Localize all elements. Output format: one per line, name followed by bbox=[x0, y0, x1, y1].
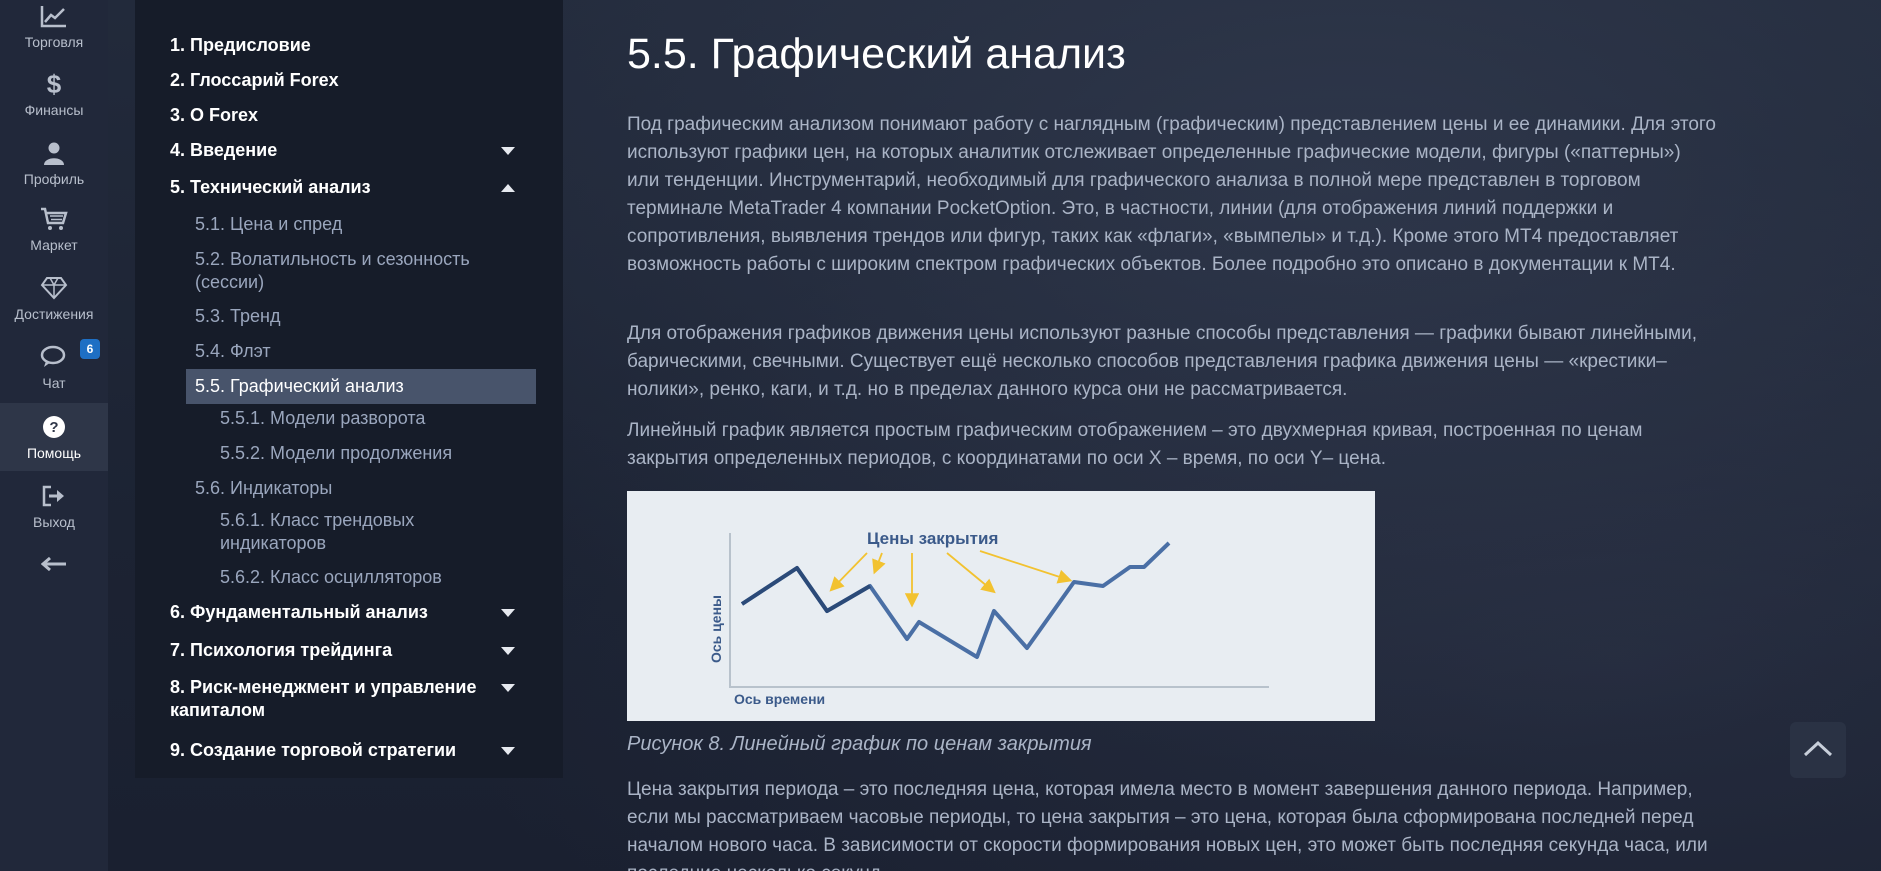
user-icon bbox=[39, 139, 69, 167]
rail-item-chat[interactable]: Чат 6 bbox=[0, 333, 108, 401]
y-axis-label: Ось цены bbox=[708, 595, 724, 663]
toc-item[interactable]: 3. О Forex bbox=[170, 104, 515, 127]
rail-item-market[interactable]: Маркет bbox=[0, 195, 108, 263]
toc-label: 5.3. Тренд bbox=[195, 306, 281, 326]
chevron-up-icon bbox=[501, 184, 515, 192]
toc-label: 7. Психология трейдинга bbox=[170, 640, 393, 660]
dollar-icon: $ bbox=[46, 68, 62, 99]
paragraph: Линейный график является простым графиче… bbox=[627, 420, 1643, 469]
toc-label: 5.5.1. Модели разворота bbox=[220, 408, 426, 428]
paragraph: Цена закрытия периода – это последняя це… bbox=[627, 779, 1708, 871]
toc-item-current[interactable]: 5.5. Графический анализ bbox=[186, 369, 536, 404]
x-axis-label: Ось времени bbox=[734, 691, 825, 707]
chevron-up-icon bbox=[1803, 739, 1833, 762]
toc-item[interactable]: 2. Глоссарий Forex bbox=[170, 69, 515, 92]
toc-label: 1. Предисловие bbox=[170, 35, 311, 55]
toc-item[interactable]: 5.5.2. Модели продолжения bbox=[220, 442, 515, 465]
rail-label: Помощь bbox=[26, 445, 82, 461]
paragraph: Под графическим анализом понимают работу… bbox=[627, 114, 1717, 275]
toc-item[interactable]: 5.4. Флэт bbox=[195, 340, 515, 363]
chevron-down-icon bbox=[501, 684, 515, 692]
toc-label: 5.6.1. Класс трендовых индикаторов bbox=[220, 510, 415, 553]
chevron-down-icon bbox=[501, 647, 515, 655]
toc-item[interactable]: 5.5.1. Модели разворота bbox=[220, 407, 515, 430]
diamond-icon bbox=[39, 274, 69, 302]
figure-label: Цены закрытия bbox=[867, 529, 998, 548]
rail-label: Чат bbox=[42, 375, 66, 391]
rail-item-profile[interactable]: Профиль bbox=[0, 129, 108, 197]
toc-label: 8. Риск-менеджмент и управление капитало… bbox=[170, 677, 477, 720]
toc-label: 5.5. Графический анализ bbox=[195, 376, 404, 396]
toc-item[interactable]: 5.6.2. Класс осцилляторов bbox=[220, 566, 515, 589]
toc-item[interactable]: 6. Фундаментальный анализ bbox=[170, 601, 515, 624]
figure-caption: Рисунок 8. Линейный график по ценам закр… bbox=[627, 733, 1092, 755]
toc-label: 5.5.2. Модели продолжения bbox=[220, 443, 453, 463]
chat-badge: 6 bbox=[80, 339, 100, 359]
icon-rail: Торговля $ Финансы Профиль Маркет Достиж… bbox=[0, 0, 108, 871]
toc-item[interactable]: 1. Предисловие bbox=[170, 34, 515, 57]
toc-item[interactable]: 5.1. Цена и спред bbox=[195, 213, 515, 236]
cart-icon bbox=[39, 205, 69, 233]
toc-label: 5.4. Флэт bbox=[195, 341, 271, 361]
toc-label: 6. Фундаментальный анализ bbox=[170, 602, 428, 622]
table-of-contents: 1. Предисловие 2. Глоссарий Forex 3. О F… bbox=[135, 0, 563, 778]
toc-label: 2. Глоссарий Forex bbox=[170, 70, 339, 90]
toc-item[interactable]: 8. Риск-менеджмент и управление капитало… bbox=[170, 676, 515, 722]
toc-item[interactable]: 5. Технический анализ bbox=[170, 176, 515, 199]
toc-item[interactable]: 5.6.1. Класс трендовых индикаторов bbox=[220, 509, 515, 555]
toc-item[interactable]: 5.2. Волатильность и сезонность (сессии) bbox=[195, 248, 515, 294]
rail-label: Финансы bbox=[24, 102, 84, 118]
rail-item-trading[interactable]: Торговля bbox=[0, 0, 108, 60]
logout-icon bbox=[39, 482, 69, 510]
toc-item[interactable]: 7. Психология трейдинга bbox=[170, 639, 515, 662]
toc-label: 3. О Forex bbox=[170, 105, 259, 125]
rail-item-help[interactable]: ? Помощь bbox=[0, 403, 108, 471]
collapse-button[interactable] bbox=[0, 530, 108, 598]
chart-line-icon bbox=[39, 2, 69, 30]
help-icon: ? bbox=[39, 413, 69, 441]
rail-label: Достижения bbox=[14, 306, 94, 322]
toc-label: 5. Технический анализ bbox=[170, 177, 371, 197]
scroll-to-top-button[interactable] bbox=[1790, 722, 1846, 778]
toc-label: 5.6. Индикаторы bbox=[195, 478, 333, 498]
chevron-down-icon bbox=[501, 147, 515, 155]
arrow-left-icon bbox=[39, 550, 69, 578]
toc-label: 5.6.2. Класс осцилляторов bbox=[220, 567, 442, 587]
rail-label: Торговля bbox=[24, 34, 84, 50]
rail-item-achievements[interactable]: Достижения bbox=[0, 264, 108, 332]
annotation-arrows bbox=[829, 550, 1073, 608]
toc-item[interactable]: 5.6. Индикаторы bbox=[195, 477, 515, 500]
svg-text:?: ? bbox=[49, 419, 58, 436]
toc-item[interactable]: 9. Создание торговой стратегии bbox=[170, 739, 515, 762]
toc-item[interactable]: 5.3. Тренд bbox=[195, 305, 515, 328]
toc-label: 5.1. Цена и спред bbox=[195, 214, 343, 234]
page-title: 5.5. Графический анализ bbox=[627, 30, 1126, 78]
rail-label: Маркет bbox=[30, 237, 78, 253]
toc-label: 5.2. Волатильность и сезонность (сессии) bbox=[195, 249, 470, 292]
chat-icon bbox=[39, 343, 69, 371]
line-chart-figure: Цены закрытия Ось цены Ось времени bbox=[627, 491, 1375, 721]
chevron-down-icon bbox=[501, 747, 515, 755]
rail-label: Выход bbox=[33, 514, 75, 530]
rail-label: Профиль bbox=[23, 171, 85, 187]
paragraph: Для отображения графиков движения цены и… bbox=[627, 323, 1698, 400]
chevron-down-icon bbox=[501, 609, 515, 617]
toc-label: 4. Введение bbox=[170, 140, 278, 160]
chart-axes bbox=[729, 533, 1269, 688]
rail-item-finance[interactable]: $ Финансы bbox=[0, 60, 108, 128]
toc-item[interactable]: 4. Введение bbox=[170, 139, 515, 162]
toc-label: 9. Создание торговой стратегии bbox=[170, 740, 457, 760]
